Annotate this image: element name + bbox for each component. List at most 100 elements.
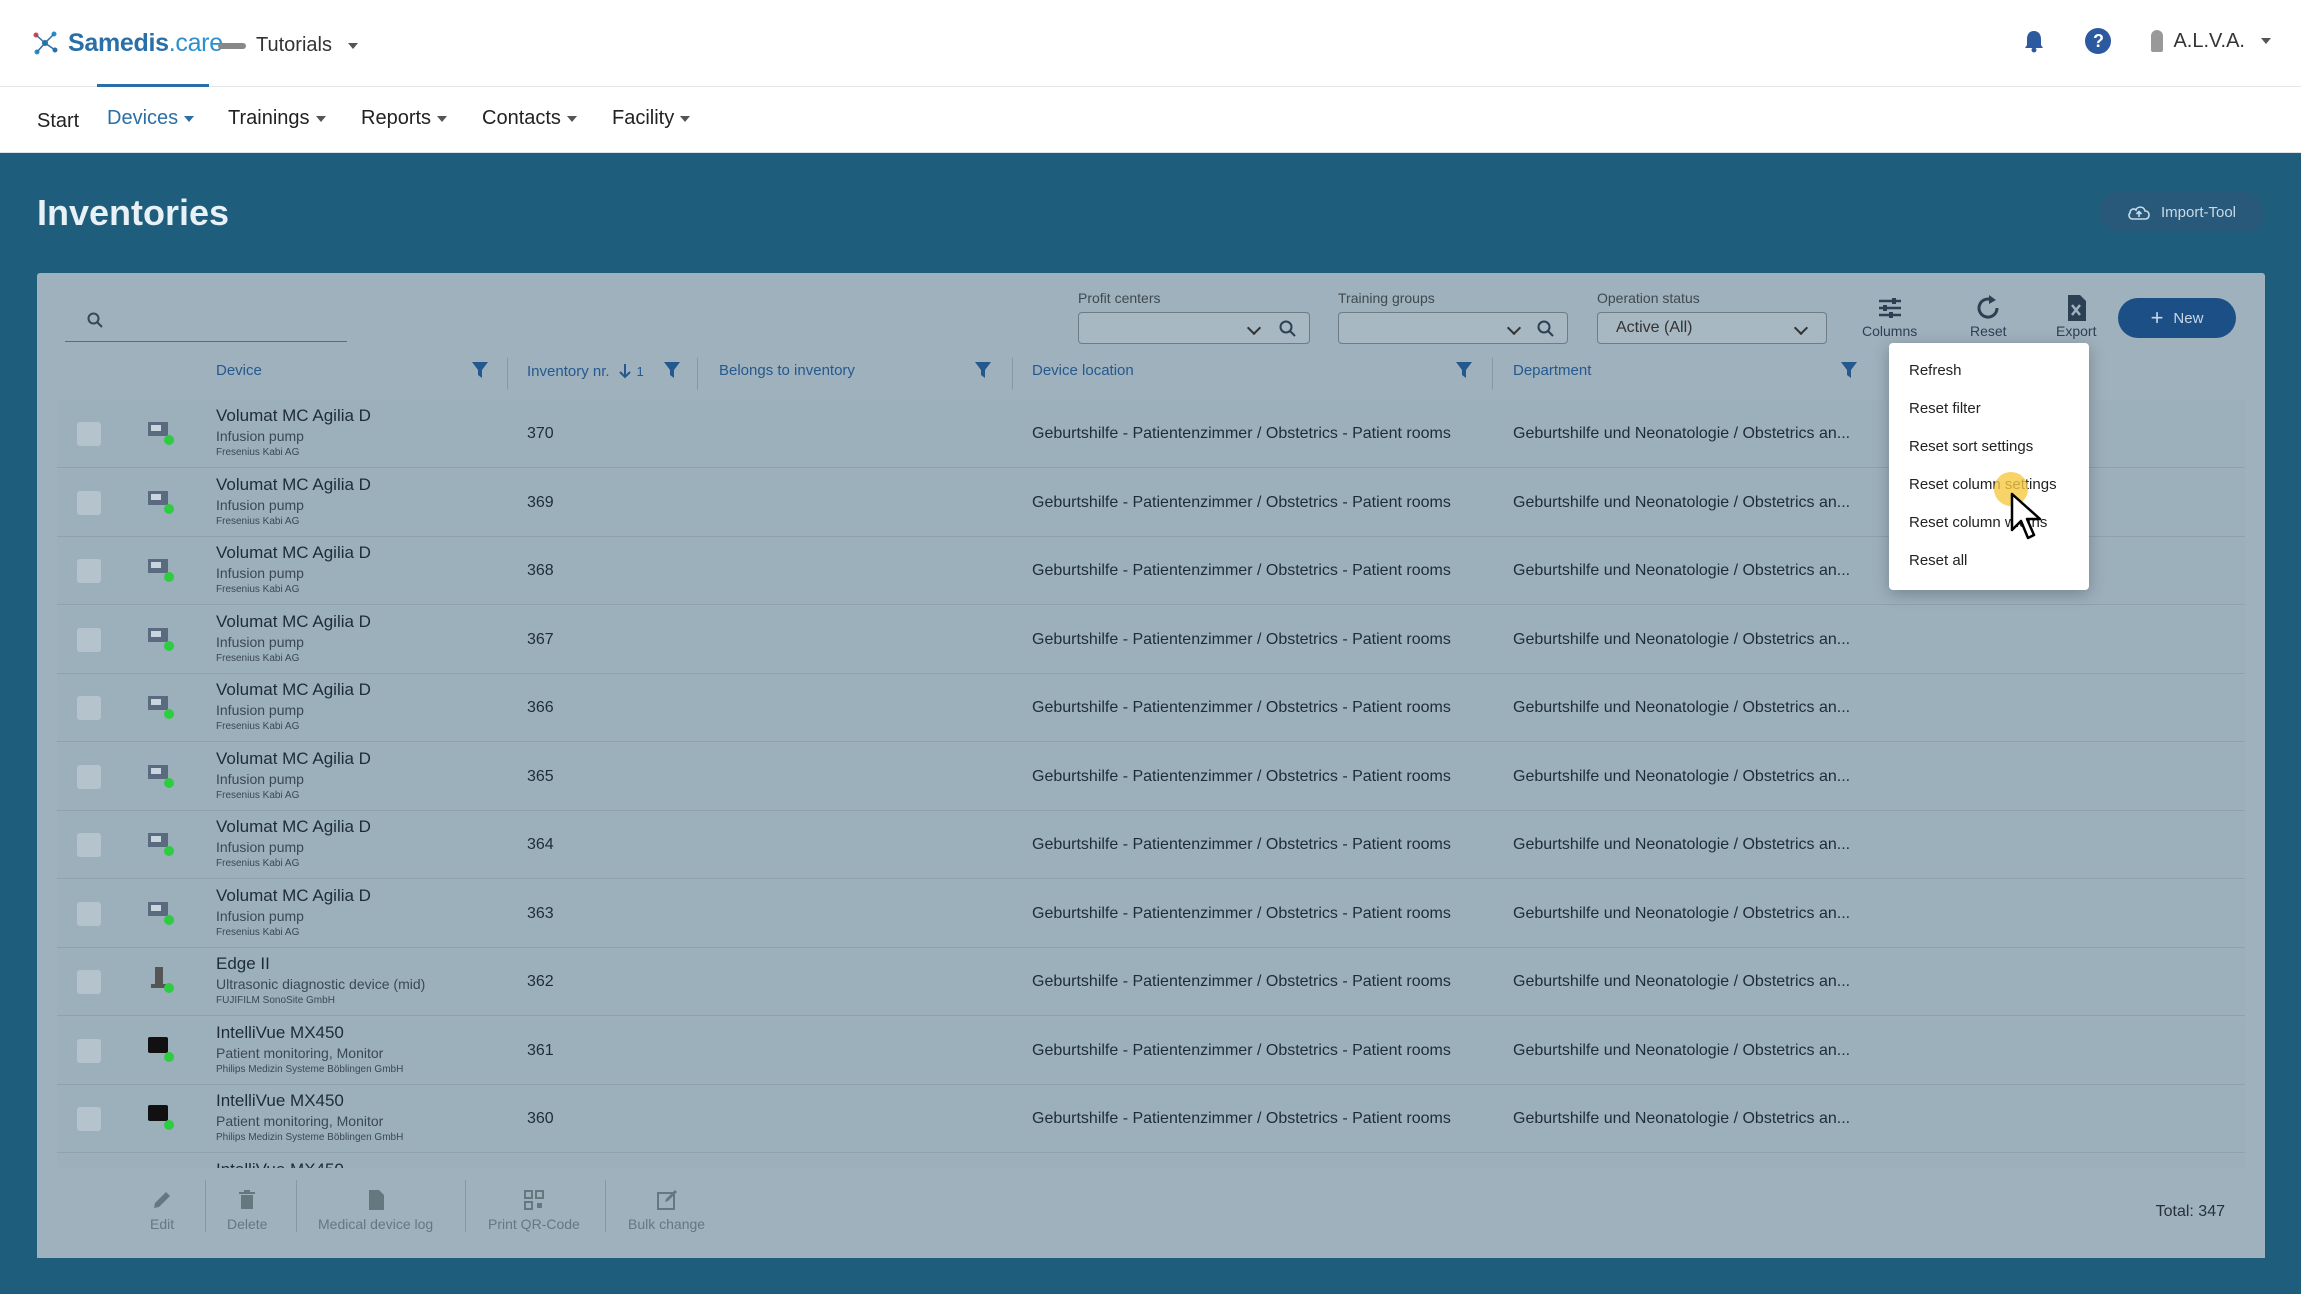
- filter-icon[interactable]: [470, 360, 490, 380]
- inventory-number: 365: [527, 767, 554, 785]
- filter-icon[interactable]: [973, 360, 993, 380]
- menu-item-reset-sort-settings[interactable]: Reset sort settings: [1909, 438, 2033, 455]
- col-belongs-to-inventory[interactable]: Belongs to inventory: [719, 362, 855, 379]
- device-type: Infusion pump: [216, 907, 304, 924]
- delete-button[interactable]: Delete: [227, 1188, 267, 1232]
- table-row[interactable]: Volumat MC Agilia D Infusion pump Freseniu…: [57, 674, 2245, 742]
- search-icon[interactable]: [1279, 320, 1297, 338]
- divider: [465, 1180, 466, 1232]
- row-checkbox[interactable]: [77, 1038, 101, 1063]
- edit-button[interactable]: Edit: [150, 1188, 174, 1232]
- col-inventory-nr[interactable]: Inventory nr. 1: [527, 362, 644, 380]
- bell-icon[interactable]: [2023, 29, 2045, 53]
- training-groups-select[interactable]: [1338, 312, 1568, 344]
- nav-start[interactable]: Start: [37, 110, 79, 133]
- menu-item-reset-column-settings[interactable]: Reset column settings: [1909, 476, 2057, 493]
- device-location: Geburtshilfe - Patientenzimmer / Obstetr…: [1032, 425, 1451, 442]
- device-type: Infusion pump: [216, 565, 304, 581]
- nav-facility[interactable]: Facility: [612, 107, 691, 130]
- divider: [296, 1180, 297, 1232]
- menu-item-refresh[interactable]: Refresh: [1909, 362, 1962, 379]
- device-manufacturer: Fresenius Kabi AG: [216, 721, 300, 732]
- filter-icon[interactable]: [1839, 360, 1859, 380]
- nav-devices[interactable]: Devices: [107, 107, 195, 130]
- row-checkbox[interactable]: [77, 559, 101, 583]
- inventory-number: 368: [527, 562, 554, 579]
- device-thumbnail-icon: [148, 833, 174, 856]
- table-row[interactable]: Volumat MC Agilia D Infusion pump Freseniu…: [57, 605, 2245, 674]
- filter-icon[interactable]: [662, 360, 682, 380]
- device-manufacturer: FUJIFILM SonoSite GmbH: [216, 995, 335, 1006]
- medical-device-log-button[interactable]: Medical device log: [318, 1188, 433, 1232]
- bulk-change-button[interactable]: Bulk change: [628, 1188, 705, 1232]
- samedis-logo[interactable]: Samedis.care: [28, 26, 223, 60]
- table-row[interactable]: IntelliVue MX450 Patient monitoring, Moni…: [57, 1016, 2245, 1085]
- tenant-switcher[interactable]: Tutorials: [218, 34, 358, 57]
- import-tool-button[interactable]: Import-Tool: [2099, 192, 2264, 232]
- row-checkbox[interactable]: [77, 490, 101, 515]
- department: Geburtshilfe und Neonatologie / Obstetri…: [1513, 904, 1851, 922]
- row-checkbox[interactable]: [77, 627, 101, 652]
- row-checkbox[interactable]: [77, 764, 101, 789]
- profit-centers-label: Profit centers: [1078, 290, 1161, 306]
- user-menu[interactable]: A.L.V.A.: [2151, 30, 2271, 53]
- table-row[interactable]: Volumat MC Agilia D Infusion pump Freseniu…: [57, 742, 2245, 811]
- nav-reports[interactable]: Reports: [361, 107, 448, 130]
- column-separator[interactable]: [1492, 358, 1493, 390]
- search-input[interactable]: [65, 302, 347, 342]
- device-name: IntelliVue MX450: [216, 1091, 344, 1110]
- inventory-number: 364: [527, 836, 554, 853]
- device-manufacturer: Philips Medizin Systeme Böblingen GmbH: [216, 1132, 404, 1143]
- operation-status-select[interactable]: Active (All): [1597, 312, 1827, 344]
- device-thumbnail-icon: [148, 696, 174, 719]
- row-checkbox[interactable]: [77, 833, 101, 857]
- col-device[interactable]: Device: [216, 362, 262, 379]
- device-type: Infusion pump: [216, 702, 304, 718]
- new-button[interactable]: + New: [2118, 298, 2236, 338]
- menu-item-reset-filter[interactable]: Reset filter: [1909, 400, 1981, 417]
- menu-item-reset-all[interactable]: Reset all: [1909, 552, 1967, 569]
- device-manufacturer: Philips Medizin Systeme Böblingen GmbH: [216, 1063, 404, 1075]
- filter-icon[interactable]: [1454, 360, 1474, 380]
- table-row[interactable]: IntelliVue MX450 Patient monitoring, Moni…: [57, 1085, 2245, 1153]
- device-thumbnail-icon: [148, 1036, 174, 1062]
- device-thumbnail-icon: [148, 901, 174, 925]
- divider: [605, 1180, 606, 1232]
- column-separator[interactable]: [507, 358, 508, 390]
- operation-status-filter: Operation status Active (All): [1597, 290, 1827, 344]
- table-row[interactable]: Edge II Ultrasonic diagnostic device (mid…: [57, 948, 2245, 1016]
- row-checkbox[interactable]: [77, 1107, 101, 1131]
- device-location: Geburtshilfe - Patientenzimmer / Obstetr…: [1032, 630, 1451, 648]
- refresh-icon: [1977, 295, 1999, 319]
- device-name: Volumat MC Agilia D: [216, 406, 371, 425]
- device-name: Volumat MC Agilia D: [216, 885, 371, 905]
- row-checkbox[interactable]: [77, 422, 101, 446]
- chevron-down-icon: [1506, 320, 1522, 336]
- inventory-number: 366: [527, 699, 554, 716]
- export-button[interactable]: Export: [2056, 293, 2096, 339]
- nav-trainings[interactable]: Trainings: [228, 107, 326, 130]
- device-manufacturer: Fresenius Kabi AG: [216, 515, 300, 527]
- table-row[interactable]: IntelliVue MX450: [57, 1153, 2245, 1168]
- column-separator[interactable]: [1012, 358, 1013, 390]
- table-row[interactable]: Volumat MC Agilia D Infusion pump Freseniu…: [57, 811, 2245, 879]
- device-location: Geburtshilfe - Patientenzimmer / Obstetr…: [1032, 699, 1451, 716]
- columns-button[interactable]: Columns: [1862, 293, 1917, 339]
- help-icon[interactable]: ?: [2085, 28, 2112, 54]
- department: Geburtshilfe und Neonatologie / Obstetri…: [1513, 767, 1851, 785]
- nav-contacts[interactable]: Contacts: [482, 107, 577, 130]
- table-row[interactable]: Volumat MC Agilia D Infusion pump Freseniu…: [57, 879, 2245, 948]
- print-qr-code-button[interactable]: Print QR-Code: [488, 1188, 580, 1232]
- row-checkbox[interactable]: [77, 970, 101, 994]
- row-checkbox[interactable]: [77, 696, 101, 720]
- device-thumbnail-icon: [148, 490, 174, 514]
- row-checkbox[interactable]: [77, 901, 101, 926]
- col-department[interactable]: Department: [1513, 362, 1591, 379]
- search-icon[interactable]: [1537, 320, 1555, 338]
- reset-button[interactable]: Reset: [1970, 293, 2007, 339]
- col-device-location[interactable]: Device location: [1032, 362, 1134, 379]
- column-separator[interactable]: [697, 358, 698, 390]
- training-groups-label: Training groups: [1338, 290, 1435, 306]
- device-manufacturer: Fresenius Kabi AG: [216, 447, 300, 458]
- profit-centers-select[interactable]: [1078, 312, 1310, 344]
